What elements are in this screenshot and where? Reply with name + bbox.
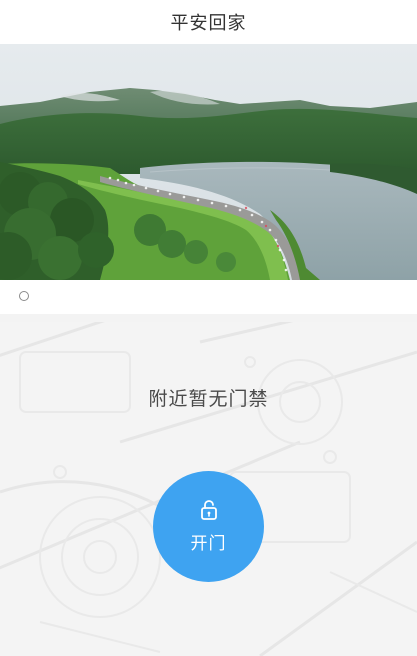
header-bar: 平安回家 — [0, 0, 417, 44]
section-divider — [0, 314, 417, 322]
banner-image — [0, 44, 417, 280]
unlock-icon — [200, 500, 217, 520]
door-access-panel: 附近暂无门禁 开门 — [0, 322, 417, 656]
app-screen: 平安回家 附近暂无门禁 开门 — [0, 0, 417, 656]
carousel-indicator-bar — [0, 280, 417, 314]
open-door-label: 开门 — [190, 534, 227, 554]
carousel-indicator-dot[interactable] — [19, 291, 29, 301]
banner-carousel[interactable] — [0, 44, 417, 280]
no-nearby-door-message: 附近暂无门禁 — [148, 388, 269, 410]
open-door-button[interactable]: 开门 — [153, 471, 264, 582]
page-title: 平安回家 — [170, 13, 247, 34]
